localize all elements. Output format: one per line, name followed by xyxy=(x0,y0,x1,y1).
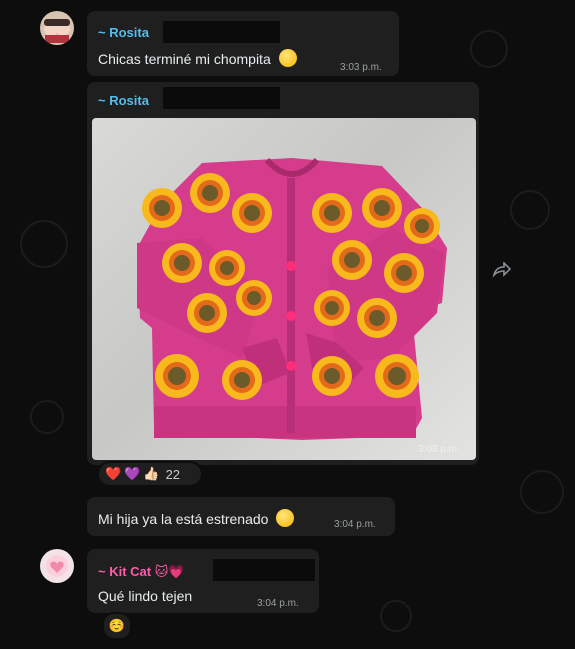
avatar-rosita[interactable] xyxy=(40,11,74,45)
message-time: 3:04 p.m. xyxy=(334,519,376,530)
thumbs-up-reaction-icon: 👍🏻 xyxy=(143,466,160,481)
wallpaper-doodle xyxy=(20,220,68,268)
hugging-face-icon xyxy=(278,49,297,67)
message-time: 3:03 p.m. xyxy=(340,62,382,73)
sender-name-text: ~ Kit Cat xyxy=(98,564,152,579)
reaction-count: 22 xyxy=(165,466,181,482)
message-time: 3:04 p.m. xyxy=(257,598,299,609)
message-text: Qué lindo tejen xyxy=(98,588,193,604)
sweater-photo[interactable] xyxy=(92,118,476,460)
image-time: 3:03 p.m. xyxy=(418,444,460,455)
redacted-phone xyxy=(163,87,280,109)
crochet-sweater-image xyxy=(137,157,447,440)
message-text: Chicas terminé mi chompita xyxy=(98,49,297,67)
sender-name[interactable]: ~ Kit Cat 🐱💗 xyxy=(98,564,184,580)
message-text-content: Mi hija ya la está estrenado xyxy=(98,511,269,527)
redacted-phone xyxy=(163,21,280,43)
heart-reaction-icon: ❤️ xyxy=(105,466,122,481)
redacted-phone xyxy=(213,559,315,581)
avatar-kitcat[interactable] xyxy=(40,549,74,583)
message-text-content: Chicas terminé mi chompita xyxy=(98,51,271,67)
cat-heart-icons: 🐱💗 xyxy=(154,564,185,579)
smiling-face-reaction-icon: ☺️ xyxy=(108,618,126,633)
sender-name[interactable]: ~ Rosita xyxy=(98,25,149,40)
wallpaper-doodle xyxy=(520,470,564,514)
reaction-pill[interactable]: ☺️ xyxy=(102,612,132,640)
wallpaper-doodle xyxy=(380,600,412,632)
smirk-face-icon xyxy=(276,509,295,527)
sender-name[interactable]: ~ Rosita xyxy=(98,93,149,108)
wallpaper-doodle xyxy=(30,400,64,434)
forward-icon[interactable] xyxy=(488,256,516,284)
purple-heart-reaction-icon: 💜 xyxy=(124,466,141,481)
wallpaper-doodle xyxy=(510,190,550,230)
reactions-bar[interactable]: ❤️ 💜 👍🏻 22 xyxy=(97,461,203,487)
message-text: Mi hija ya la está estrenado xyxy=(98,509,295,527)
wallpaper-doodle xyxy=(470,30,508,68)
